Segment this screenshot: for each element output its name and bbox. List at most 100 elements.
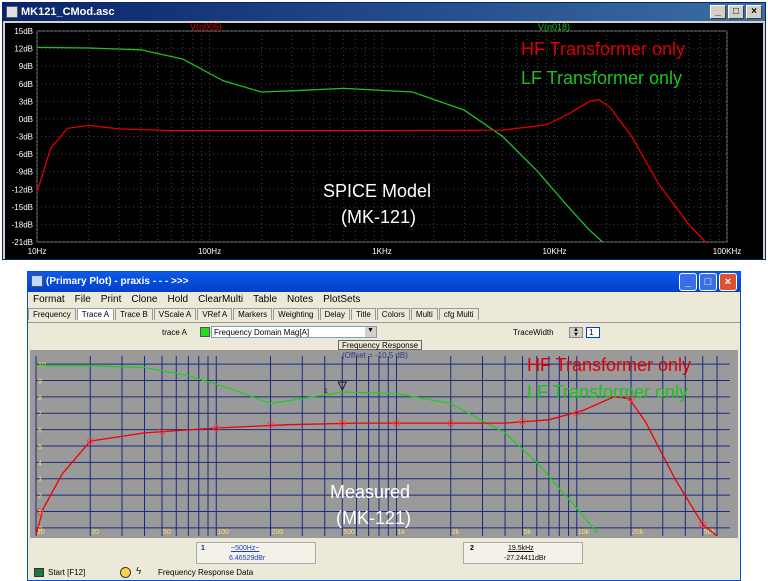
spice-caption-line2: (MK-121) — [341, 207, 417, 227]
marker1-value: 6.46529dBr — [229, 555, 266, 562]
marker2-readout[interactable]: 2 19.5kHz -27.24411dBr — [463, 542, 583, 564]
spice-x-tick: 100KHz — [713, 247, 741, 256]
menu-print[interactable]: Print — [96, 292, 127, 307]
praxis-x-tick: 10 — [37, 529, 45, 536]
spice-legend-lf: LF Transformer only — [521, 68, 683, 88]
marker1-frequency: ~500Hz~ — [231, 545, 260, 552]
spice-title-bar: MK121_CMod.asc _ □ × — [3, 3, 765, 21]
praxis-app-icon — [31, 275, 43, 287]
menu-plotsets[interactable]: PlotSets — [318, 292, 365, 307]
praxis-legend-lf: LF Transformer only — [527, 382, 689, 402]
praxis-x-tick: 10k — [578, 529, 590, 536]
status-text: Frequency Response Data — [158, 568, 254, 577]
praxis-window: (Primary Plot) - praxis - - - >>> _ □ × … — [27, 271, 741, 581]
praxis-y-tick: 6 — [38, 428, 42, 435]
praxis-maximize-button[interactable]: □ — [699, 273, 717, 291]
spice-y-tick: 3dB — [19, 97, 33, 106]
praxis-tab-strip: Frequency Trace A Trace B VScale A VRef A Mar… — [28, 308, 740, 322]
tab-title[interactable]: Title — [350, 308, 376, 320]
praxis-x-tick: 2k — [452, 529, 460, 536]
tab-markers[interactable]: Markers — [233, 308, 273, 320]
tab-multi[interactable]: Multi — [410, 308, 438, 320]
tracewidth-label: TraceWidth — [513, 328, 554, 337]
lightning-icon: ϟ — [136, 566, 142, 577]
spice-y-tick: 12dB — [14, 45, 33, 54]
spice-y-tick: -15dB — [12, 203, 33, 212]
trace-label-vn018[interactable]: V(n018) — [538, 22, 570, 32]
praxis-y-tick: 5 — [38, 444, 42, 451]
tab-weighting[interactable]: Weighting — [273, 308, 319, 320]
praxis-close-button[interactable]: × — [719, 273, 737, 291]
marker-flag-number[interactable]: 1 — [324, 388, 328, 395]
start-icon[interactable] — [34, 568, 44, 577]
spice-legend-hf: HF Transformer only — [521, 39, 686, 59]
spice-x-tick: 1KHz — [372, 247, 392, 256]
spice-caption-line1: SPICE Model — [323, 181, 432, 201]
tab-trace-a[interactable]: Trace A — [76, 308, 115, 320]
praxis-x-tick: 5k — [524, 529, 532, 536]
praxis-x-tick: 20 — [91, 529, 99, 536]
spice-y-tick: 0dB — [19, 115, 33, 124]
chevron-down-icon[interactable]: ▼ — [365, 327, 376, 337]
tab-delay[interactable]: Delay — [319, 308, 350, 320]
gauge-icon — [120, 567, 131, 578]
tab-colors[interactable]: Colors — [376, 308, 410, 320]
spice-y-tick: -3dB — [16, 133, 33, 142]
marker1-readout[interactable]: 1 ~500Hz~ 6.46529dBr — [196, 542, 316, 564]
spice-y-tick: -6dB — [16, 150, 33, 159]
praxis-y-tick: 4 — [38, 460, 42, 467]
trace-a-label: trace A — [162, 328, 187, 337]
marker1-index: 1 — [201, 545, 205, 552]
spice-y-tick: -9dB — [16, 168, 33, 177]
spice-window-title: MK121_CMod.asc — [21, 6, 115, 18]
offset-note: (Offset = -10.5 dB) — [342, 351, 408, 360]
menu-table[interactable]: Table — [248, 292, 282, 307]
praxis-x-tick: 1k — [398, 529, 406, 536]
trace-color-swatch[interactable] — [200, 327, 210, 337]
praxis-y-tick: 7 — [38, 411, 42, 418]
tracewidth-input[interactable]: 1 — [586, 327, 600, 338]
praxis-y-tick: 9 — [38, 379, 42, 386]
tab-vref-a[interactable]: VRef A — [197, 308, 233, 320]
tab-cfg-multi[interactable]: cfg Multi — [438, 308, 479, 320]
trace-select-value: Frequency Domain Mag[A] — [214, 328, 310, 337]
spice-y-tick: 15dB — [14, 27, 33, 36]
menu-notes[interactable]: Notes — [282, 292, 318, 307]
spice-x-tick: 10Hz — [28, 247, 47, 256]
spice-window: MK121_CMod.asc _ □ × 15dB 12dB 9dB 6dB 3dB 0d… — [2, 2, 766, 260]
spice-y-tick: -21dB — [12, 238, 33, 247]
praxis-y-tick: 8 — [38, 395, 42, 402]
close-button[interactable]: × — [746, 5, 762, 19]
praxis-x-tick: 100 — [217, 529, 229, 536]
trace-select[interactable]: Frequency Domain Mag[A] ▼ — [211, 326, 377, 338]
status-start[interactable]: Start [F12] — [48, 568, 85, 577]
menu-clearmulti[interactable]: ClearMulti — [193, 292, 248, 307]
praxis-y-tick: 3 — [38, 477, 42, 484]
tracewidth-spinner-icon[interactable]: ▲ ▼ — [569, 327, 583, 338]
praxis-window-title: (Primary Plot) - praxis - - - >>> — [46, 276, 189, 287]
menu-file[interactable]: File — [70, 292, 96, 307]
plot-title-box[interactable]: Frequency Response — [338, 340, 423, 350]
trace-label-vn005[interactable]: V(n005) — [190, 22, 222, 32]
spice-plot[interactable]: 15dB 12dB 9dB 6dB 3dB 0dB -3dB -6dB -9dB -12dB -15… — [5, 22, 763, 259]
praxis-legend-hf: HF Transformer only — [527, 355, 692, 375]
menu-clone[interactable]: Clone — [126, 292, 162, 307]
spice-x-tick: 10KHz — [542, 247, 566, 256]
tab-frequency[interactable]: Frequency — [28, 308, 76, 320]
menu-hold[interactable]: Hold — [163, 292, 194, 307]
tab-vscale-a[interactable]: VScale A — [153, 308, 197, 320]
marker2-value: -27.24411dBr — [504, 555, 546, 562]
praxis-x-tick: 500 — [343, 529, 355, 536]
maximize-button[interactable]: □ — [728, 5, 744, 19]
praxis-x-tick: 20k — [632, 529, 644, 536]
spice-lf-trace — [36, 46, 604, 243]
praxis-status-bar: Start [F12] ϟ Frequency Response Data — [28, 566, 740, 580]
menu-format[interactable]: Format — [28, 292, 70, 307]
praxis-x-tick: 50 — [163, 529, 171, 536]
minimize-button[interactable]: _ — [710, 5, 726, 19]
praxis-title-bar: (Primary Plot) - praxis - - - >>> _ □ × — [28, 272, 740, 292]
praxis-minimize-button[interactable]: _ — [679, 273, 697, 291]
spice-y-tick: 6dB — [19, 80, 33, 89]
tab-trace-b[interactable]: Trace B — [115, 308, 153, 320]
praxis-plot[interactable]: 10 9 8 7 6 5 4 3 2 1 0 10 20 50 100 200 500 1k 2k 5k 10k 20k 5… — [30, 350, 738, 546]
